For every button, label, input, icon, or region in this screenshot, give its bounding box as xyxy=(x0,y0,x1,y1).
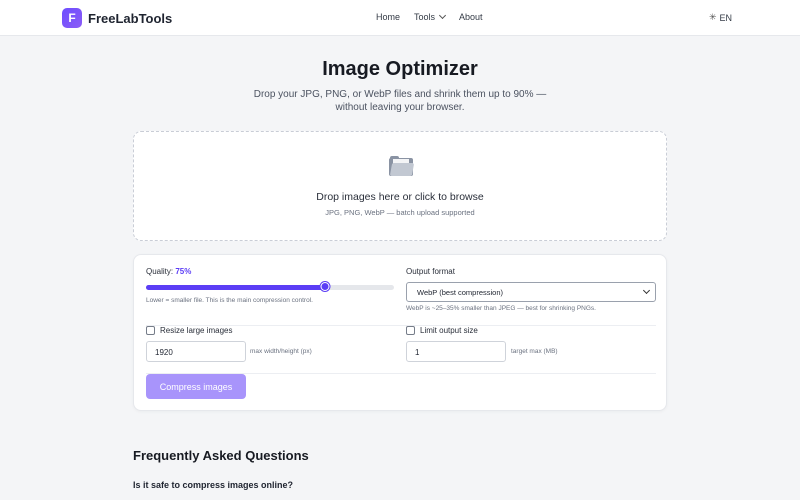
quality-slider[interactable] xyxy=(146,282,394,291)
dropzone-title: Drop images here or click to browse xyxy=(316,191,484,203)
image-dropzone[interactable]: Drop images here or click to browse JPG,… xyxy=(133,131,667,241)
limit-size-label: Limit output size xyxy=(420,326,478,335)
resize-hint: max width/height (px) xyxy=(250,348,312,355)
dropzone-subtitle: JPG, PNG, WebP — batch upload supported xyxy=(325,208,475,217)
brand-name: FreeLabTools xyxy=(88,10,173,26)
nav-about-link[interactable]: About xyxy=(459,12,483,22)
nav-tools-dropdown[interactable]: Tools xyxy=(414,11,447,22)
quality-slider-thumb[interactable] xyxy=(320,282,330,291)
resize-max-input[interactable]: 1920 xyxy=(146,341,246,362)
compression-options-card: Quality: 75% Lower = smaller file. This … xyxy=(133,254,667,411)
globe-icon: ✳ xyxy=(709,12,717,22)
quality-label-row: Quality: 75% xyxy=(146,267,191,276)
limit-size-input[interactable]: 1 xyxy=(406,341,506,362)
compress-images-button[interactable]: Compress images xyxy=(146,374,246,399)
faq-question[interactable]: Is it safe to compress images online? xyxy=(133,480,293,490)
quality-value: 75% xyxy=(175,267,192,276)
format-label: Output format xyxy=(406,267,455,276)
faq-title: Frequently Asked Questions xyxy=(133,448,309,463)
nav-home-link[interactable]: Home xyxy=(376,12,400,22)
limit-size-checkbox-row[interactable]: Limit output size xyxy=(406,326,478,335)
page-title: Image Optimizer xyxy=(322,58,478,80)
brand-logo[interactable]: F FreeLabTools xyxy=(62,8,172,28)
language-label: EN xyxy=(719,12,733,23)
page-subtitle: Drop your JPG, PNG, or WebP files and sh… xyxy=(253,89,547,113)
limit-size-checkbox[interactable] xyxy=(406,326,415,335)
limit-size-hint: target max (MB) xyxy=(511,348,558,355)
logo-icon: F xyxy=(62,8,82,28)
top-navbar: F FreeLabTools Home Tools About ✳ EN xyxy=(0,0,800,36)
quality-hint: Lower = smaller file. This is the main c… xyxy=(146,297,313,304)
resize-checkbox[interactable] xyxy=(146,326,155,335)
chevron-down-icon xyxy=(642,286,651,295)
quality-slider-fill xyxy=(146,285,325,290)
language-switcher[interactable]: ✳ EN xyxy=(709,12,732,23)
chevron-down-icon xyxy=(438,11,447,20)
folder-icon xyxy=(389,156,415,176)
output-format-value: WebP (best compression) xyxy=(417,288,504,297)
format-hint: WebP is ~25–35% smaller than JPEG — best… xyxy=(406,305,596,312)
quality-label: Quality: xyxy=(146,267,174,276)
resize-label: Resize large images xyxy=(160,326,233,335)
nav-tools-label: Tools xyxy=(414,12,436,22)
resize-checkbox-row[interactable]: Resize large images xyxy=(146,326,232,335)
output-format-select[interactable]: WebP (best compression) xyxy=(406,282,656,302)
